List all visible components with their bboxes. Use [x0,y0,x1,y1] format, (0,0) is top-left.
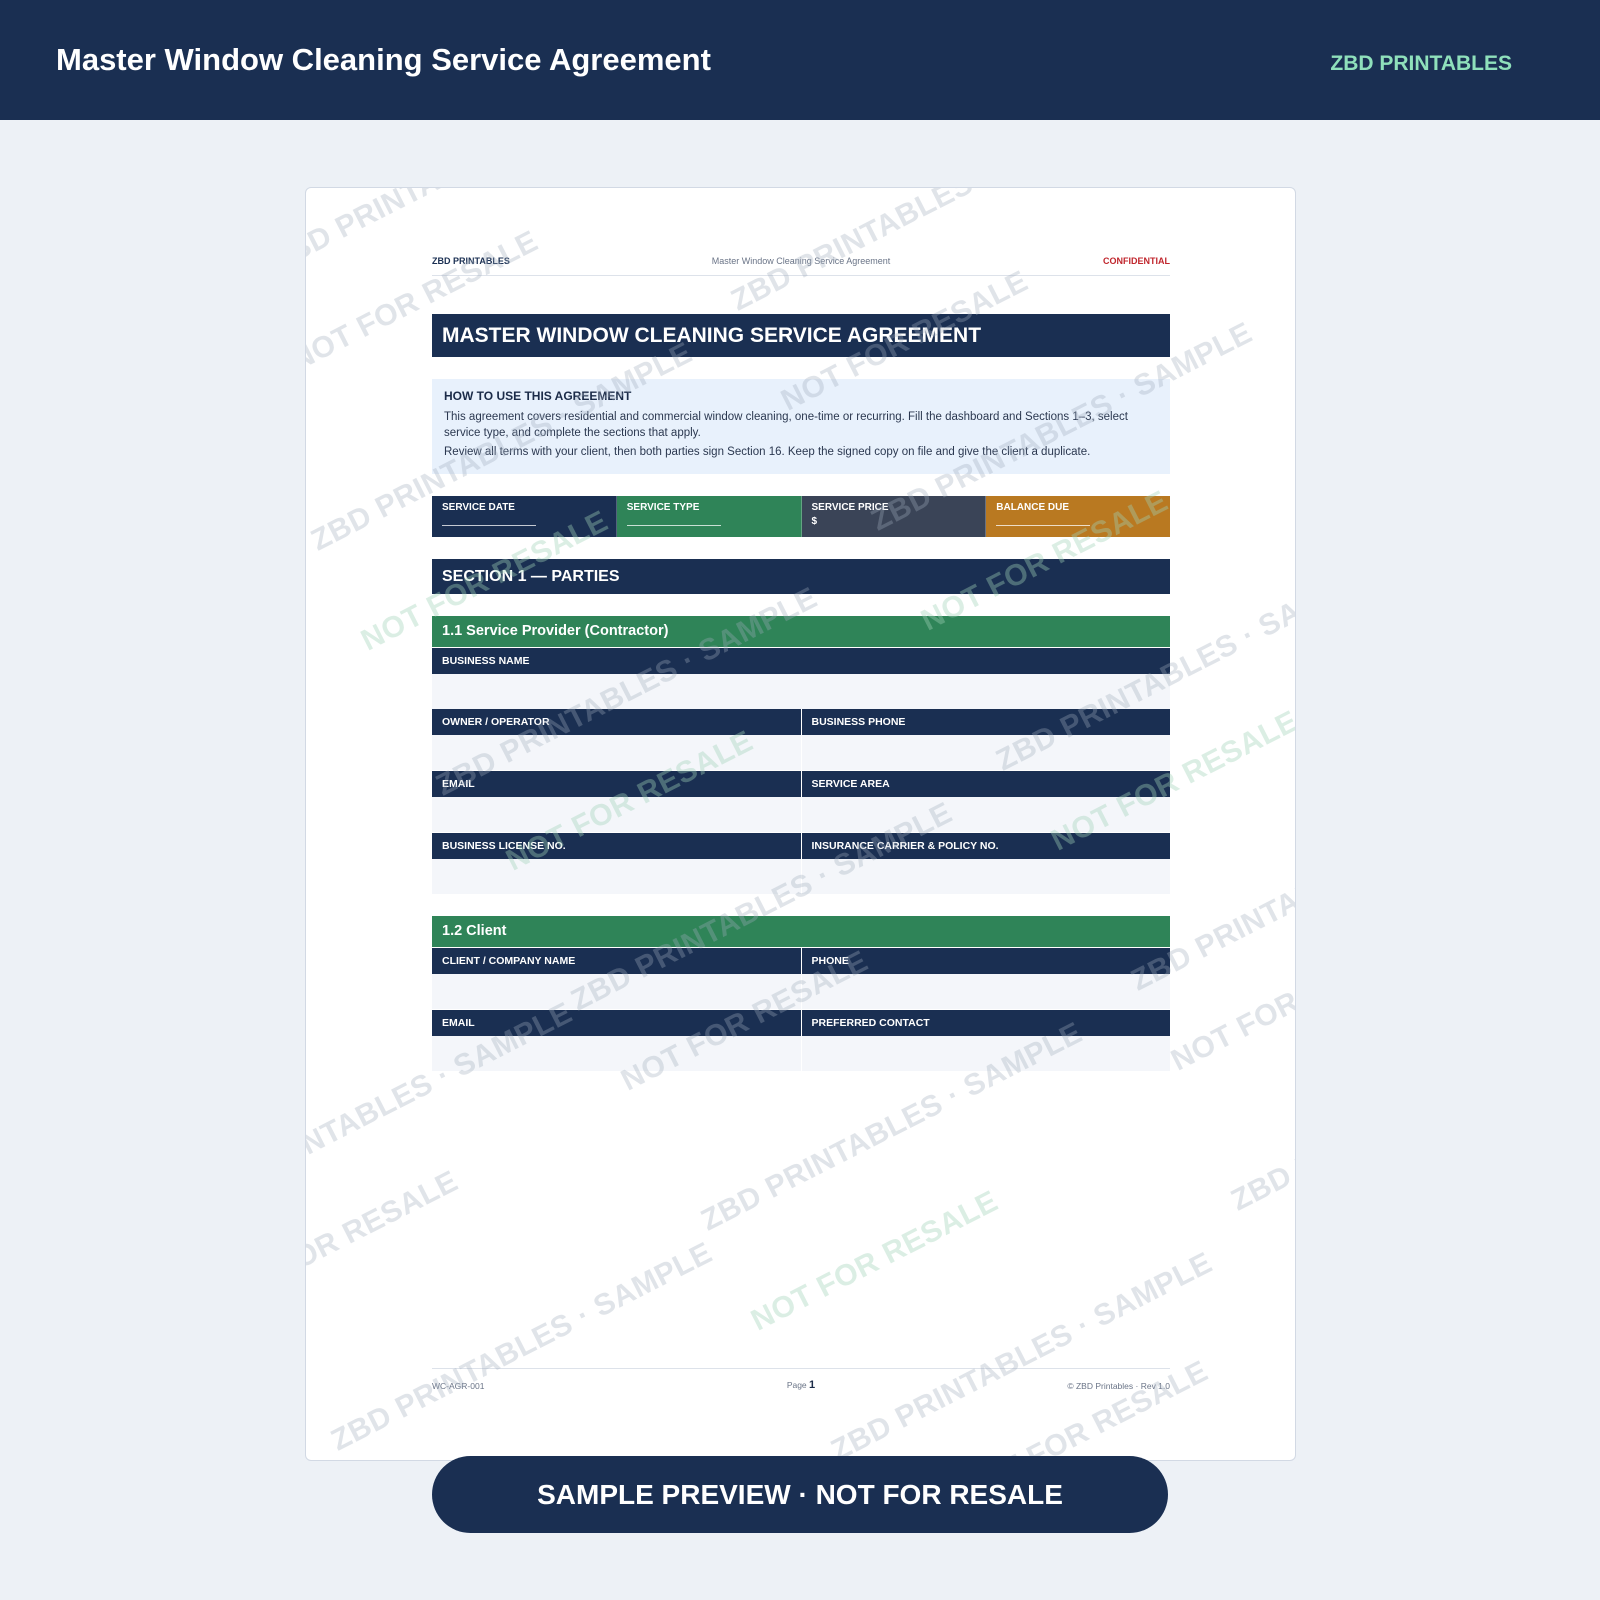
how-to-paragraph-1: This agreement covers residential and co… [444,411,1128,439]
client-heading: 1.2 Client [432,916,1170,947]
watermark: NOT FOR RESALE [746,1184,1004,1338]
field-label: INSURANCE CARRIER & POLICY NO. [801,833,1170,859]
copyright: © ZBD Printables · Rev 1.0 [1067,1381,1170,1391]
field-row: CLIENT / COMPANY NAME PHONE [432,948,1170,1009]
provider-email-field: EMAIL [432,771,801,832]
brand-logo: ZBD PRINTABLES [1330,52,1512,75]
business-name-input[interactable] [432,674,1170,709]
how-to-paragraph-2: Review all terms with your client, then … [444,446,1091,458]
watermark: ZBD PRINTABLES · SAMPLE [726,188,1118,318]
dashboard-fill-line [996,513,1091,526]
running-header-title: Master Window Cleaning Service Agreement [711,256,891,266]
dashboard-label: SERVICE DATE [442,502,515,513]
dashboard-service-price[interactable]: SERVICE PRICE $ [801,496,987,537]
client-company-field: CLIENT / COMPANY NAME [432,948,801,1009]
page-footer: WC-AGR-001 Page 1 © ZBD Printables · Rev… [432,1368,1170,1392]
how-to-box: HOW TO USE THIS AGREEMENT This agreement… [432,379,1170,474]
field-label: OWNER / OPERATOR [432,709,801,735]
field-row: BUSINESS NAME [432,648,1170,709]
field-row: EMAIL PREFERRED CONTACT [432,1010,1170,1071]
provider-email-input[interactable] [432,797,801,832]
watermark: ZBD PRINTABLES · SAMPLE [826,1246,1218,1461]
service-area-field: SERVICE AREA [801,771,1170,832]
watermark: NOT FOR RESALE [1166,925,1296,1078]
insurance-input[interactable] [801,859,1170,894]
field-label: PHONE [801,948,1170,974]
client-company-input[interactable] [432,974,801,1009]
field-label: PREFERRED CONTACT [801,1010,1170,1036]
client-email-field: EMAIL [432,1010,801,1071]
section-1-heading: SECTION 1 — PARTIES [432,559,1170,594]
insurance-field: INSURANCE CARRIER & POLICY NO. [801,833,1170,894]
field-label: BUSINESS LICENSE NO. [432,833,801,859]
field-row: OWNER / OPERATOR BUSINESS PHONE [432,709,1170,770]
owner-operator-field: OWNER / OPERATOR [432,709,801,770]
dashboard: SERVICE DATE SERVICE TYPE SERVICE PRICE … [432,496,1170,537]
dashboard-service-date[interactable]: SERVICE DATE [432,496,617,537]
how-to-heading: HOW TO USE THIS AGREEMENT [444,389,632,403]
page-label: Page [786,1380,807,1390]
watermark: ZBD PRINTABLES · SAMPLE [326,1236,718,1458]
field-row: BUSINESS LICENSE NO. INSURANCE CARRIER &… [432,833,1170,894]
page-number: Page 1 [432,1379,1170,1391]
owner-operator-input[interactable] [432,735,801,770]
preferred-contact-field: PREFERRED CONTACT [801,1010,1170,1071]
field-label: EMAIL [432,771,801,797]
provider-heading: 1.1 Service Provider (Contractor) [432,616,1170,647]
dashboard-fill-line [442,513,536,526]
field-label: CLIENT / COMPANY NAME [432,948,801,974]
dashboard-currency: $ [811,516,818,527]
client-email-input[interactable] [432,1036,801,1071]
field-row: EMAIL SERVICE AREA [432,771,1170,832]
watermark: ZBD PRINTABLES · SAMPLE [1226,996,1296,1218]
top-bar: Master Window Cleaning Service Agreement… [0,0,1600,120]
page-number-value: 1 [809,1379,816,1391]
running-header: ZBD PRINTABLES Master Window Cleaning Se… [432,256,1170,276]
dashboard-fill-line [626,513,721,526]
field-label: EMAIL [432,1010,801,1036]
business-license-field: BUSINESS LICENSE NO. [432,833,801,894]
agreement-title: MASTER WINDOW CLEANING SERVICE AGREEMENT [432,314,1170,357]
dashboard-label: SERVICE TYPE [626,502,700,513]
preferred-contact-input[interactable] [801,1036,1170,1071]
business-phone-field: BUSINESS PHONE [801,709,1170,770]
dashboard-label: SERVICE PRICE [811,502,889,513]
client-phone-input[interactable] [801,974,1170,1009]
business-name-field: BUSINESS NAME [432,648,1170,709]
client-phone-field: PHONE [801,948,1170,1009]
page-title: Master Window Cleaning Service Agreement [56,42,711,77]
field-label: BUSINESS NAME [432,648,1170,674]
field-label: SERVICE AREA [801,771,1170,797]
document-preview: ZBD PRINTABLES Master Window Cleaning Se… [305,187,1296,1461]
dashboard-service-type[interactable]: SERVICE TYPE [616,496,802,537]
service-area-input[interactable] [801,797,1170,832]
dashboard-label: BALANCE DUE [996,502,1070,513]
sample-preview-banner: SAMPLE PREVIEW · NOT FOR RESALE [432,1456,1168,1533]
business-phone-input[interactable] [801,735,1170,770]
field-label: BUSINESS PHONE [801,709,1170,735]
watermark: NOT FOR RESALE [306,1164,464,1318]
business-license-input[interactable] [432,859,801,894]
confidential-label: CONFIDENTIAL [1103,256,1170,266]
dashboard-balance-due[interactable]: BALANCE DUE [986,496,1170,537]
